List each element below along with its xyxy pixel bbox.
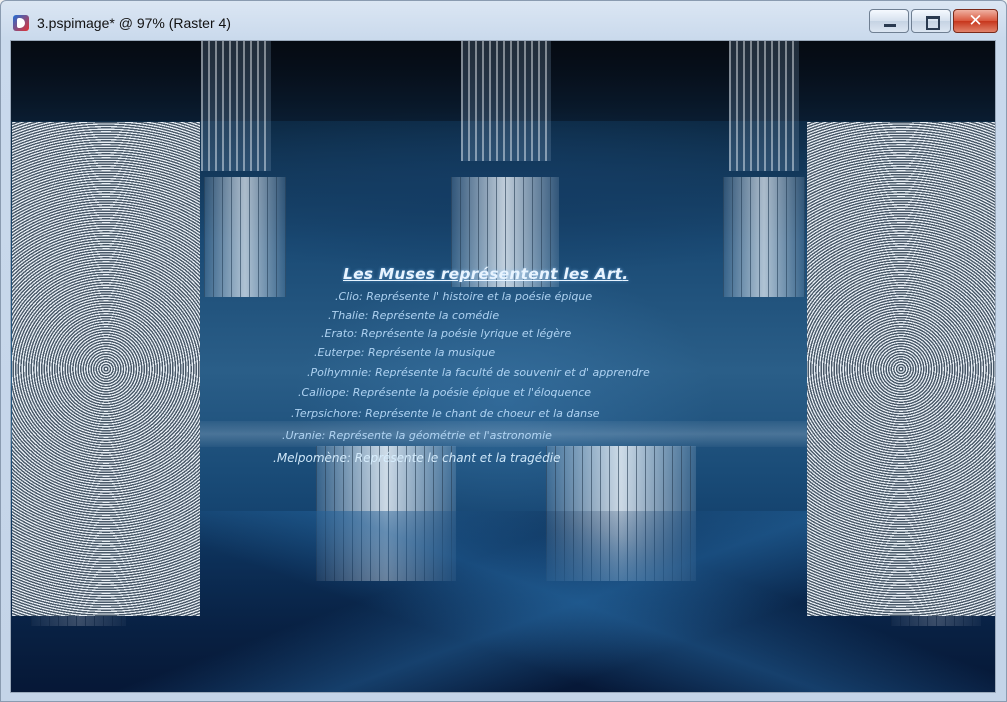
minimize-icon [884, 24, 896, 27]
paintshop-pro-icon[interactable] [13, 15, 29, 31]
title-bar[interactable]: 3.pspimage* @ 97% (Raster 4) ✕ [1, 1, 1006, 41]
minimize-button[interactable] [869, 9, 909, 33]
muse-line: .Calliope: Représente la poésie épique e… [298, 386, 592, 399]
heading-text: Les Muses représentent les Art [343, 265, 623, 283]
image-canvas[interactable]: Les Muses représentent les Art. .Clio: R… [10, 40, 996, 693]
maximize-button[interactable] [911, 9, 951, 33]
heading: Les Muses représentent les Art. [343, 265, 628, 283]
muse-line: .Euterpe: Représente la musique [314, 346, 496, 359]
muse-line: .Uranie: Représente la géométrie et l'as… [282, 429, 552, 442]
window-controls: ✕ [869, 9, 998, 35]
window-title: 3.pspimage* @ 97% (Raster 4) [37, 15, 231, 31]
muse-line: .Clio: Représente l' histoire et la poés… [335, 290, 593, 303]
muse-line: .Thalie: Représente la comédie [328, 309, 500, 322]
muse-line: .Erato: Représente la poésie lyrique et … [321, 327, 572, 340]
muse-line: .Terpsichore: Représente le chant de cho… [291, 407, 600, 420]
muse-line: .Polhymnie: Représente la faculté de sou… [307, 366, 650, 379]
image-window: 3.pspimage* @ 97% (Raster 4) ✕ Les Muses… [0, 0, 1007, 702]
muses-text: Les Muses représentent les Art. .Clio: R… [11, 41, 995, 692]
maximize-icon [926, 16, 940, 30]
heading-suffix: . [622, 265, 629, 283]
close-icon: ✕ [968, 11, 983, 31]
close-button[interactable]: ✕ [953, 9, 998, 33]
muse-line: .Melpomène: Représente le chant et la tr… [273, 451, 561, 465]
